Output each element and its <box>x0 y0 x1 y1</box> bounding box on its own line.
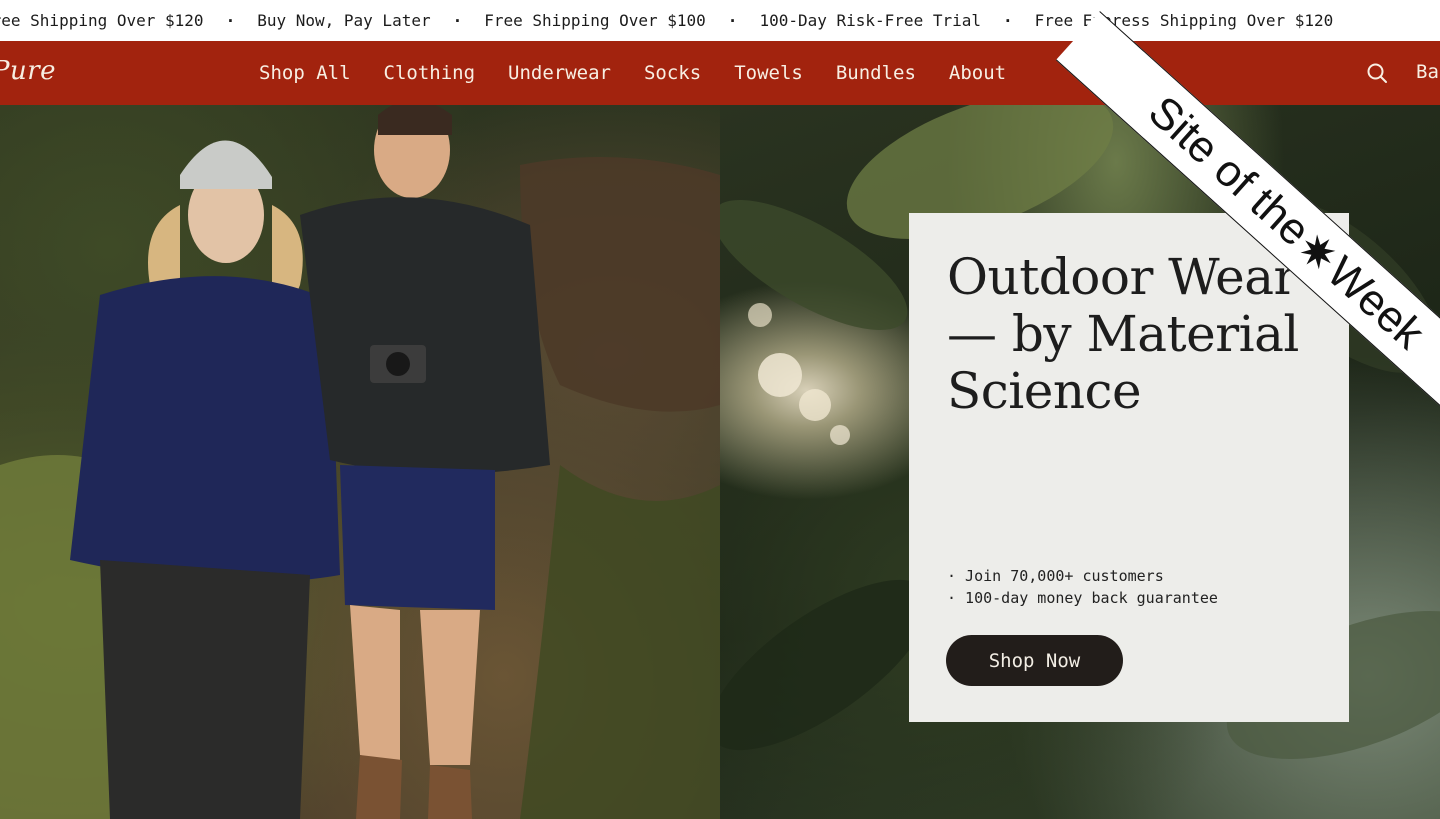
search-icon[interactable] <box>1366 62 1388 84</box>
hero-section: Outdoor Wear — by Material Science · Joi… <box>0 105 1440 819</box>
brand-logo[interactable]: Pure <box>0 56 56 86</box>
announcement-separator: · <box>1003 11 1013 30</box>
hero-lifestyle-photo <box>0 105 720 819</box>
nav-link-bundles[interactable]: Bundles <box>836 62 916 84</box>
benefit-item: · 100-day money back guarantee <box>947 589 1218 607</box>
nav-link-underwear[interactable]: Underwear <box>508 62 611 84</box>
bag-link[interactable]: Bag <box>1416 61 1440 83</box>
shop-now-button[interactable]: Shop Now <box>946 635 1123 686</box>
announcement-item: Free Shipping Over $100 <box>484 11 706 30</box>
announcement-bar: Free Shipping Over $120 · Buy Now, Pay L… <box>0 0 1440 41</box>
announcement-separator: · <box>452 11 463 30</box>
hero-title: Outdoor Wear — by Material Science <box>947 248 1299 420</box>
announcement-separator: · <box>225 11 236 30</box>
announcement-item: Free Express Shipping Over $120 <box>1034 11 1334 30</box>
nav-links: Shop All Clothing Underwear Socks Towels… <box>259 41 1006 105</box>
announcement-item: Buy Now, Pay Later <box>257 11 431 30</box>
announcement-track: Free Shipping Over $120 · Buy Now, Pay L… <box>0 0 1333 41</box>
benefit-list: · Join 70,000+ customers · 100-day money… <box>947 565 1218 609</box>
nav-link-about[interactable]: About <box>949 62 1006 84</box>
nav-link-shop-all[interactable]: Shop All <box>259 62 351 84</box>
announcement-item: 100-Day Risk-Free Trial <box>759 11 981 30</box>
nav-link-clothing[interactable]: Clothing <box>384 62 476 84</box>
benefit-item: · Join 70,000+ customers <box>947 567 1164 585</box>
main-nav: Pure Shop All Clothing Underwear Socks T… <box>0 41 1440 105</box>
nav-link-socks[interactable]: Socks <box>644 62 701 84</box>
nav-link-towels[interactable]: Towels <box>734 62 803 84</box>
hero-lifestyle-illustration <box>0 105 720 819</box>
announcement-item: Free Shipping Over $120 <box>0 11 204 30</box>
promo-card: Outdoor Wear — by Material Science · Joi… <box>909 213 1349 722</box>
announcement-separator: · <box>727 11 738 30</box>
